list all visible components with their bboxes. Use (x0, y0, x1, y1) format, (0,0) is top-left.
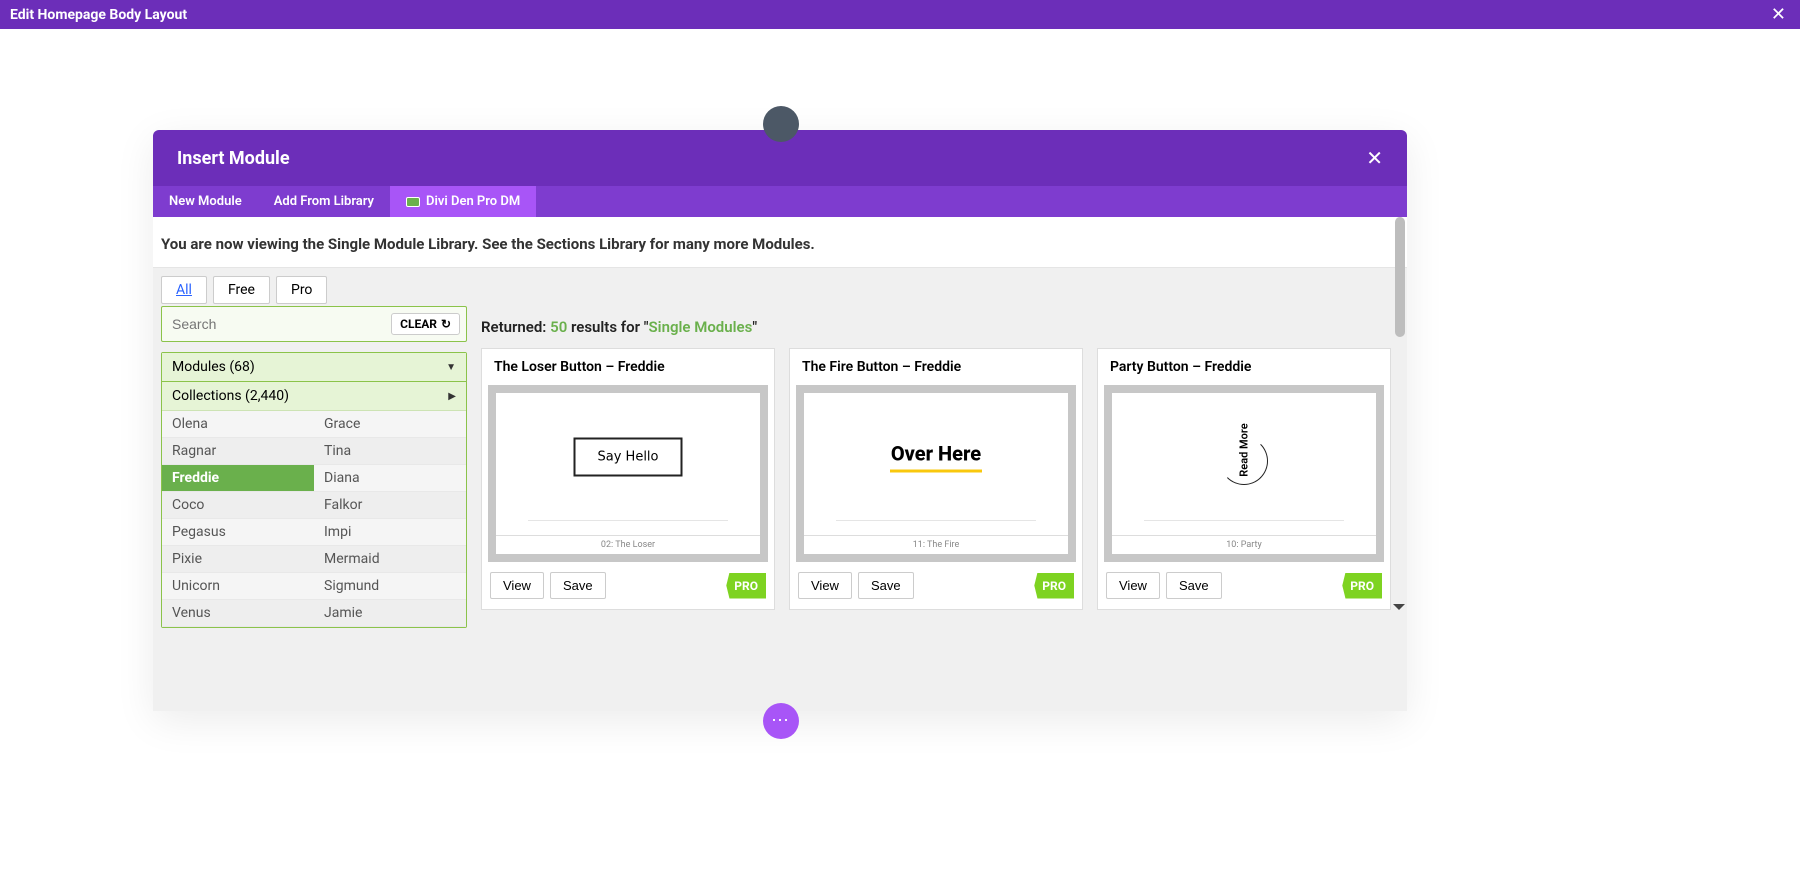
collection-item[interactable]: Jamie (314, 600, 466, 627)
modal-title: Insert Module (177, 148, 290, 169)
scroll-down-arrow-icon[interactable] (1393, 604, 1405, 610)
accordion-collections-label: Collections (2,440) (172, 388, 289, 404)
scrollbar-thumb[interactable] (1395, 217, 1405, 337)
returned-mid: results for " (571, 318, 649, 336)
collection-item[interactable]: Diana (314, 465, 466, 492)
card-actions: View Save PRO (1098, 562, 1390, 609)
results-summary: Returned: 50 results for "Single Modules… (481, 306, 1399, 348)
tab-divi-den-pro-label: Divi Den Pro DM (426, 194, 520, 209)
pro-badge: PRO (1342, 573, 1382, 599)
circle-icon (1220, 437, 1268, 485)
collections-grid: Olena Grace Ragnar Tina Freddie Diana Co… (162, 411, 466, 627)
divider-line (528, 520, 729, 521)
module-card: Party Button – Freddie Read More 10: Par… (1097, 348, 1391, 610)
divi-den-icon (406, 197, 420, 207)
collection-item[interactable]: Mermaid (314, 546, 466, 573)
thumb-preview: Read More (1112, 393, 1376, 535)
modal-expand-handle-bottom-icon[interactable]: ⋯ (763, 703, 799, 739)
filter-tab-free[interactable]: Free (213, 276, 270, 304)
search-input[interactable] (168, 314, 348, 334)
collection-item[interactable]: Grace (314, 411, 466, 438)
filter-tabs: All Free Pro (153, 268, 1407, 304)
collection-item[interactable]: Tina (314, 438, 466, 465)
accordion-modules-label: Modules (68) (172, 359, 255, 375)
thumb-preview: Say Hello (496, 393, 760, 535)
collection-item[interactable]: Pixie (162, 546, 314, 573)
preview-button-text: Over Here (890, 441, 982, 472)
cards-row: The Loser Button – Freddie Say Hello 02:… (481, 348, 1399, 610)
returned-label: Returned: (481, 318, 546, 336)
insert-module-modal: Insert Module ✕ New Module Add From Libr… (153, 130, 1407, 711)
library-notice-bar: You are now viewing the Single Module Li… (153, 217, 1407, 268)
collection-item[interactable]: Ragnar (162, 438, 314, 465)
page-title: Edit Homepage Body Layout (10, 7, 187, 23)
card-title: The Loser Button – Freddie (482, 349, 774, 385)
accordion-collections[interactable]: Collections (2,440) ▶ (162, 382, 466, 411)
save-button[interactable]: Save (1166, 572, 1222, 599)
preview-button-text: Say Hello (574, 437, 683, 476)
sidebar: CLEAR ↻ Modules (68) ▼ Collections (2,440… (161, 306, 467, 628)
collection-item[interactable]: Coco (162, 492, 314, 519)
pro-badge: PRO (1034, 573, 1074, 599)
underline-accent (890, 469, 982, 472)
results-column: Returned: 50 results for "Single Modules… (481, 306, 1399, 628)
pro-badge: PRO (726, 573, 766, 599)
card-thumbnail[interactable]: Read More 10: Party (1104, 385, 1384, 562)
divider-line (836, 520, 1037, 521)
card-actions: View Save PRO (790, 562, 1082, 609)
modal-close-icon[interactable]: ✕ (1366, 146, 1383, 170)
content-row: CLEAR ↻ Modules (68) ▼ Collections (2,440… (153, 304, 1407, 628)
save-button[interactable]: Save (858, 572, 914, 599)
filter-tab-pro[interactable]: Pro (276, 276, 327, 304)
clear-label: CLEAR (400, 317, 437, 331)
card-actions: View Save PRO (482, 562, 774, 609)
modal-header: Insert Module ✕ New Module Add From Libr… (153, 130, 1407, 217)
refresh-icon: ↻ (441, 317, 451, 331)
card-thumbnail[interactable]: Say Hello 02: The Loser (488, 385, 768, 562)
library-notice-text: You are now viewing the Single Module Li… (153, 235, 1407, 253)
thumb-caption: 10: Party (1112, 535, 1376, 554)
modal-tabs: New Module Add From Library Divi Den Pro… (153, 186, 1407, 217)
page-top-bar: Edit Homepage Body Layout ✕ (0, 0, 1800, 29)
collection-item[interactable]: Falkor (314, 492, 466, 519)
card-thumbnail[interactable]: Over Here 11: The Fire (796, 385, 1076, 562)
card-title: The Fire Button – Freddie (790, 349, 1082, 385)
tab-divi-den-pro[interactable]: Divi Den Pro DM (390, 186, 536, 217)
collection-item[interactable]: Impi (314, 519, 466, 546)
collection-item[interactable]: Pegasus (162, 519, 314, 546)
thumb-caption: 11: The Fire (804, 535, 1068, 554)
collection-item[interactable]: Olena (162, 411, 314, 438)
collection-item[interactable]: Sigmund (314, 573, 466, 600)
search-box: CLEAR ↻ (161, 306, 467, 342)
modal-drag-handle-top-icon[interactable] (763, 106, 799, 142)
modal-body: You are now viewing the Single Module Li… (153, 217, 1407, 711)
thumb-preview: Over Here (804, 393, 1068, 535)
collection-item[interactable]: Venus (162, 600, 314, 627)
filter-tab-all[interactable]: All (161, 276, 207, 304)
card-title: Party Button – Freddie (1098, 349, 1390, 385)
view-button[interactable]: View (1106, 572, 1160, 599)
view-button[interactable]: View (798, 572, 852, 599)
sidebar-accordion: Modules (68) ▼ Collections (2,440) ▶ Ole… (161, 352, 467, 628)
save-button[interactable]: Save (550, 572, 606, 599)
view-button[interactable]: View (490, 572, 544, 599)
tab-add-from-library[interactable]: Add From Library (258, 186, 390, 217)
collection-item-selected[interactable]: Freddie (162, 465, 314, 492)
accordion-modules[interactable]: Modules (68) ▼ (162, 353, 466, 382)
collection-item[interactable]: Unicorn (162, 573, 314, 600)
returned-count: 50 (550, 318, 567, 336)
module-card: The Loser Button – Freddie Say Hello 02:… (481, 348, 775, 610)
returned-query: Single Modules (649, 318, 753, 336)
module-card: The Fire Button – Freddie Over Here 11: … (789, 348, 1083, 610)
page-close-icon[interactable]: ✕ (1767, 4, 1790, 25)
thumb-caption: 02: The Loser (496, 535, 760, 554)
chevron-down-icon: ▼ (446, 362, 456, 373)
tab-new-module[interactable]: New Module (153, 186, 258, 217)
divider-line (1144, 520, 1345, 521)
chevron-right-icon: ▶ (448, 391, 456, 402)
returned-end: " (752, 318, 757, 336)
clear-search-button[interactable]: CLEAR ↻ (391, 313, 460, 335)
